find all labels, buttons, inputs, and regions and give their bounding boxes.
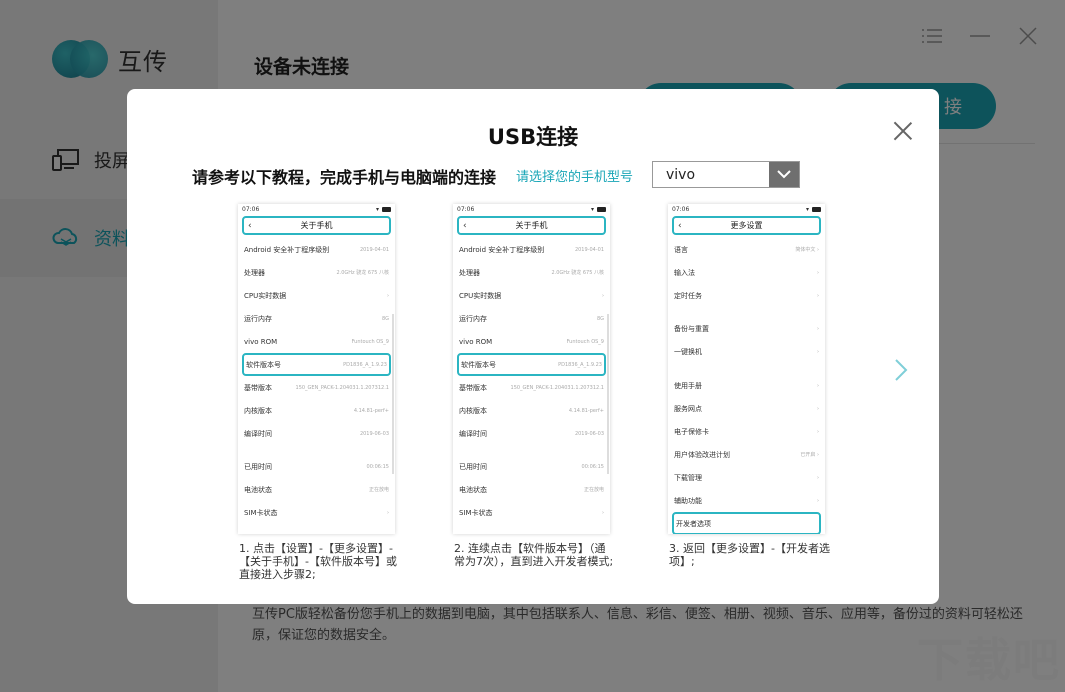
usb-connect-dialog: USB连接 请参考以下教程，完成手机与电脑端的连接 请选择您的手机型号 vivo…	[127, 89, 939, 604]
list-item: CPU实时数据 ›	[459, 291, 604, 300]
list-item: 电池状态 正在放电	[459, 485, 604, 494]
list-item-highlighted: 软件版本号 PD1836_A_1.9.23	[242, 353, 391, 376]
list-item: Android 安全补丁程序级别 2019-04-01	[244, 245, 389, 254]
status-time: 07:06	[457, 206, 475, 213]
list-item: 电池状态 正在放电	[244, 485, 389, 494]
status-bar: 07:06 ▾	[668, 204, 825, 216]
dialog-title: USB连接	[487, 125, 579, 149]
list-item: 使用手册 ›	[674, 381, 819, 390]
list-item: Android 安全补丁程序级别 2019-04-01	[459, 245, 604, 254]
list-item: 服务网点 ›	[674, 404, 819, 413]
phone-model-select[interactable]: vivo	[652, 161, 800, 188]
list-item: 运行内存 8G	[459, 314, 604, 323]
list-item: 运行内存 8G	[244, 314, 389, 323]
list-item: 已用时间 00:06:15	[459, 462, 604, 471]
list-item: 编译时间 2019-06-03	[244, 429, 389, 438]
selected-model: vivo	[666, 166, 696, 183]
list-item-highlighted: 软件版本号 PD1836_A_1.9.23	[457, 353, 606, 376]
list-item: 编译时间 2019-06-03	[459, 429, 604, 438]
list-item: vivo ROM Funtouch OS_9	[459, 337, 604, 346]
close-icon[interactable]	[893, 121, 913, 141]
instruction-text: 请参考以下教程，完成手机与电脑端的连接	[192, 168, 497, 187]
list-item: 处理器 2.0GHz 骁龙 675 八核	[459, 268, 604, 277]
phone-screenshot-step-2: 07:06 ▾ ‹ 关于手机 Android 安全补丁程序级别 2019-04-01 …	[453, 204, 610, 534]
list-item: 定时任务 ›	[674, 291, 819, 300]
phone-header-title: 关于手机	[300, 221, 333, 230]
list-item: 处理器 2.0GHz 骁龙 675 八核	[244, 268, 389, 277]
list-item: 用户体验改进计划 已开启 ›	[674, 450, 819, 459]
step-1-caption: 1. 点击【设置】-【更多设置】-【关于手机】-【软件版本号】或直接进入步骤2;	[239, 542, 397, 581]
list-item: 一键换机 ›	[674, 347, 819, 356]
status-bar: 07:06 ▾	[453, 204, 610, 216]
list-item: 备份与重置 ›	[674, 324, 819, 333]
step-2-caption: 2. 连续点击【软件版本号】（通常为7次），直到进入开发者模式;	[454, 542, 614, 568]
chevron-down-icon[interactable]	[769, 162, 799, 187]
list-item: 下载管理 ›	[674, 473, 819, 482]
list-item: 已用时间 00:06:15	[244, 462, 389, 471]
phone-screenshot-step-3: 07:06 ▾ ‹ 更多设置 语言 简体中文 › 输入法 › 定时任务 › 备份与重置 › …	[668, 204, 825, 534]
list-item: 电子保修卡 ›	[674, 427, 819, 436]
list-item: 语言 简体中文 ›	[674, 245, 819, 254]
step-3-caption: 3. 返回【更多设置】-【开发者选项】;	[669, 542, 830, 568]
list-item: 基带版本 150_GEN_PACK-1.204031.1.207312.1	[244, 383, 389, 392]
phone-header: ‹ 关于手机	[457, 216, 606, 235]
list-item: 内核版本 4.14.81-perf+	[459, 406, 604, 415]
back-icon: ‹	[678, 221, 682, 231]
scrollbar	[392, 314, 394, 474]
status-bar: 07:06 ▾	[238, 204, 395, 216]
list-item: SIM卡状态 ›	[459, 508, 604, 517]
phone-header-title: 更多设置	[730, 221, 763, 230]
list-item: CPU实时数据 ›	[244, 291, 389, 300]
list-item: 辅助功能 ›	[674, 496, 819, 505]
phone-header: ‹ 更多设置	[672, 216, 821, 235]
status-time: 07:06	[242, 206, 260, 213]
phone-screenshot-step-1: 07:06 ▾ ‹ 关于手机 Android 安全补丁程序级别 2019-04-01 …	[238, 204, 395, 534]
list-item: 内核版本 4.14.81-perf+	[244, 406, 389, 415]
list-item: 输入法 ›	[674, 268, 819, 277]
status-time: 07:06	[672, 206, 690, 213]
watermark: 下载吧	[917, 633, 1061, 687]
back-icon: ‹	[463, 221, 467, 231]
list-item: 基带版本 150_GEN_PACK-1.204031.1.207312.1	[459, 383, 604, 392]
back-icon: ‹	[248, 221, 252, 231]
list-item: vivo ROM Funtouch OS_9	[244, 337, 389, 346]
next-page-icon[interactable]	[893, 357, 909, 383]
model-select-label: 请选择您的手机型号	[516, 170, 634, 185]
list-item: SIM卡状态 ›	[244, 508, 389, 517]
phone-header: ‹ 关于手机	[242, 216, 391, 235]
scrollbar	[607, 314, 609, 474]
list-item-highlighted: 开发者选项	[672, 512, 821, 534]
phone-header-title: 关于手机	[515, 221, 548, 230]
